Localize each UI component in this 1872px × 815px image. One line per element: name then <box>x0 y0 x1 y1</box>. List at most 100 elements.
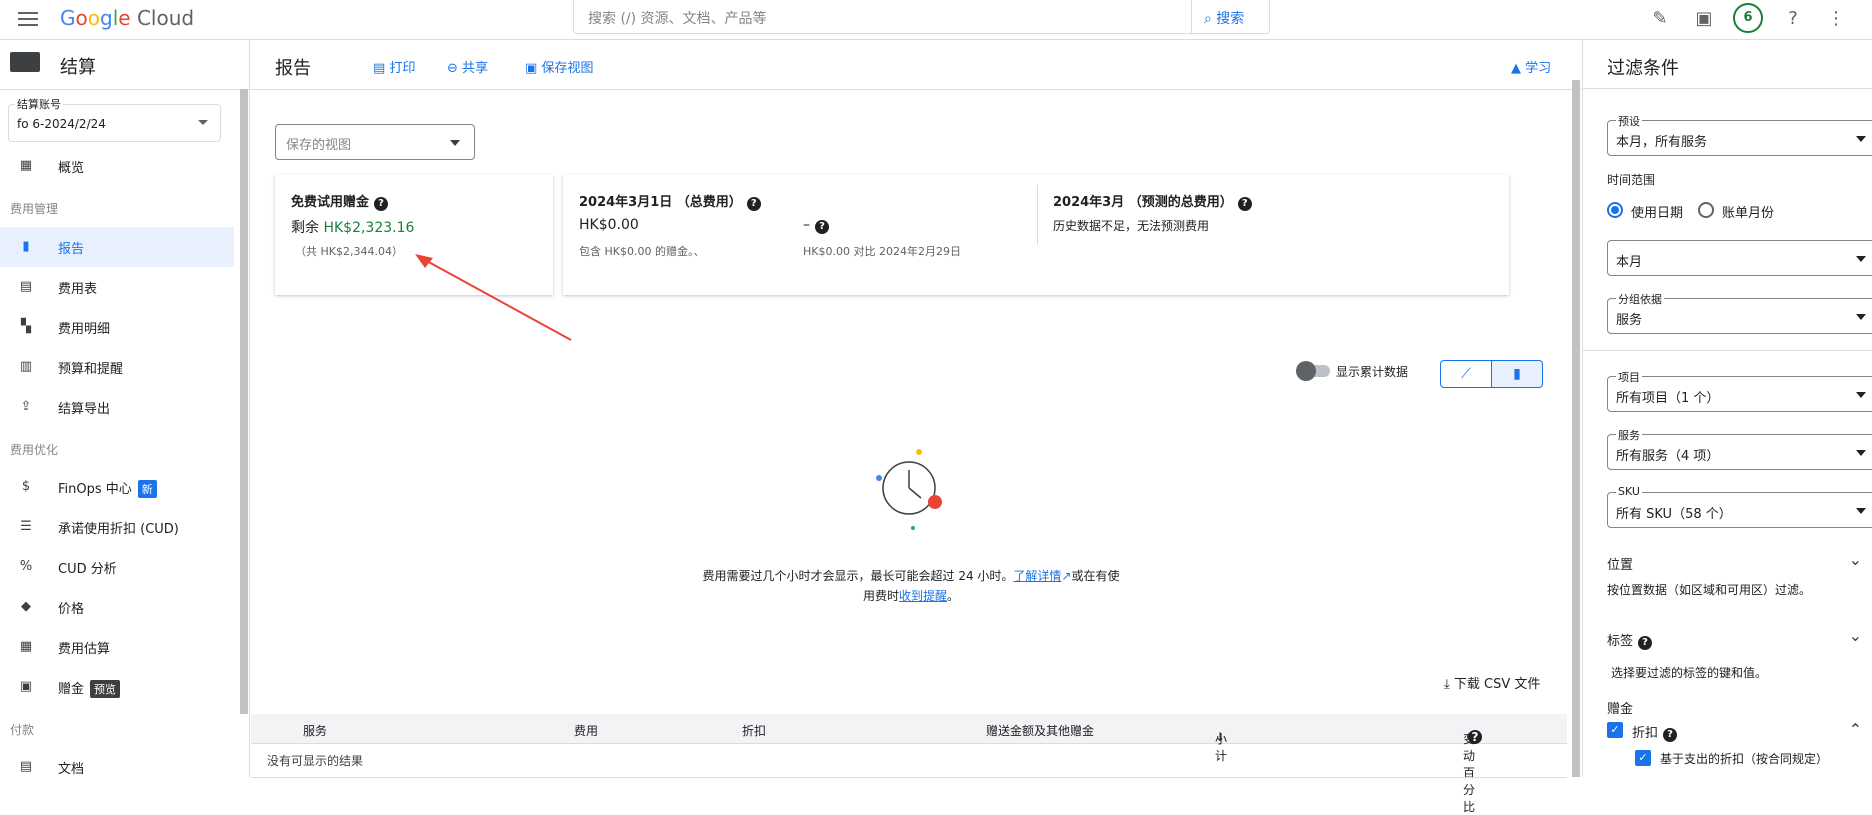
section-payment: 付款 <box>10 723 35 737</box>
top-bar: Google Cloud 搜索 (/) 资源、文档、产品等 ⌕ 搜索 ✎ ▣ 6… <box>0 0 1872 40</box>
help-icon[interactable]: ? <box>1468 730 1482 744</box>
credits-collapse-icon[interactable]: ⌃ <box>1849 720 1862 739</box>
sidebar-item-label: 结算导出 <box>58 402 111 417</box>
page-title: 报告 <box>275 58 311 79</box>
discount-checkbox[interactable]: ✓ <box>1607 722 1623 738</box>
print-button[interactable]: ▤ 打印 <box>373 57 415 76</box>
share-label: 共享 <box>462 61 489 76</box>
sidebar-header: 结算 <box>0 40 250 90</box>
menu-icon[interactable] <box>18 12 38 26</box>
share-button[interactable]: ⊖ 共享 <box>447 57 488 76</box>
help-icon[interactable]: ? <box>815 220 829 234</box>
col-service[interactable]: 服务 <box>303 722 327 739</box>
help-icon[interactable]: ? <box>1237 197 1252 211</box>
sku-value: 所有 SKU（58 个） <box>1616 507 1732 522</box>
cumulative-toggle[interactable] <box>1296 361 1332 381</box>
group-by-select[interactable]: 分组依据 服务 <box>1607 291 1872 334</box>
line-chart-icon: ⟋ <box>1461 366 1471 382</box>
cost-change-value: –? <box>803 217 829 234</box>
new-tag: 新 <box>137 480 157 498</box>
sidebar-item-credits[interactable]: ▣ 赠金 预览 <box>0 667 234 707</box>
help-icon[interactable]: ? <box>1781 8 1805 32</box>
projects-select[interactable]: 项目所有项目（1 个） <box>1607 369 1872 412</box>
upload-icon: ⇪ <box>20 399 32 414</box>
sidebar-item-label: 费用表 <box>58 282 98 297</box>
sidebar-item-reports[interactable]: ▮ 报告 <box>0 227 234 267</box>
sidebar-title: 结算 <box>60 57 96 78</box>
download-csv-label: 下载 CSV 文件 <box>1453 677 1541 692</box>
cloud-shell-icon[interactable]: ▣ <box>1692 8 1716 32</box>
forecast-note: 历史数据不足，无法预测费用 <box>1053 219 1210 233</box>
sidebar-item-cost-table[interactable]: ▤ 费用表 <box>0 267 234 307</box>
search-button[interactable]: ⌕ 搜索 <box>1191 0 1269 33</box>
google-cloud-logo[interactable]: Google Cloud <box>60 6 194 30</box>
trial-total: （共 HK$2,344.04） <box>295 245 403 258</box>
group-by-value: 服务 <box>1616 313 1643 328</box>
credits-label: 赠金 <box>1607 702 1634 717</box>
spend-discount-checkbox[interactable]: ✓ <box>1635 750 1651 766</box>
sidebar-item-cud-analysis[interactable]: % CUD 分析 <box>0 547 234 587</box>
help-icon[interactable]: ? <box>746 197 761 211</box>
search-box[interactable]: 搜索 (/) 资源、文档、产品等 ⌕ 搜索 <box>573 0 1270 34</box>
sidebar-item-billing-export[interactable]: ⇪ 结算导出 <box>0 387 234 427</box>
notification-badge[interactable]: 6 <box>1733 3 1763 33</box>
table-header-row: 服务 费用 折扣 赠送金额及其他赠金 ↓ 小计 变动百分比? <box>251 714 1567 814</box>
sidebar-item-cost-estimate[interactable]: ▦ 费用估算 <box>0 627 234 667</box>
invoice-month-radio[interactable] <box>1698 202 1714 218</box>
sidebar-item-documents[interactable]: ▤ 文档 <box>0 747 234 787</box>
download-csv-button[interactable]: ⤓ 下载 CSV 文件 <box>1444 673 1540 692</box>
saved-views-select[interactable]: 保存的视图 <box>275 124 475 160</box>
bar-chart-toggle[interactable]: ▮ <box>1491 360 1543 388</box>
help-icon[interactable]: ? <box>1638 636 1653 650</box>
forecast-title: 2024年3月 （预测的总费用）? <box>1053 191 1252 211</box>
dollar-icon: $ <box>21 479 31 494</box>
notes-icon[interactable]: ✎ <box>1648 8 1672 32</box>
line-chart-toggle[interactable]: ⟋ <box>1440 360 1492 388</box>
chevron-down-icon <box>1856 314 1866 320</box>
no-results-row: 没有可显示的结果 <box>267 754 364 768</box>
sidebar-item-label: CUD 分析 <box>58 562 117 577</box>
learn-button[interactable]: ▲ 学习 <box>1511 57 1551 76</box>
sidebar-item-budgets[interactable]: ▥ 预算和提醒 <box>0 347 234 387</box>
labels-expand-icon[interactable]: ⌄ <box>1849 626 1862 645</box>
location-expand-icon[interactable]: ⌄ <box>1849 550 1862 569</box>
period-select[interactable]: 本月 <box>1607 240 1872 276</box>
labels-desc: 选择要过滤的标签的键和值。 <box>1611 666 1768 680</box>
sku-select[interactable]: SKU 所有 SKU（58 个） <box>1607 485 1872 528</box>
billing-account-select[interactable]: 结算账号 fo 6-2024/2/24 <box>8 96 221 142</box>
billing-card-icon <box>10 52 40 72</box>
more-vert-icon[interactable]: ⋮ <box>1824 8 1848 32</box>
projects-value: 所有项目（1 个） <box>1616 391 1720 406</box>
projects-label: 项目 <box>1616 369 1642 385</box>
sidebar-item-label: 文档 <box>58 762 85 777</box>
col-discount[interactable]: 折扣 <box>742 722 766 739</box>
save-view-button[interactable]: ▣ 保存视图 <box>525 57 593 76</box>
preset-label: 预设 <box>1616 113 1642 129</box>
sidebar-item-pricing[interactable]: ◆ 价格 <box>0 587 234 627</box>
group-by-label: 分组依据 <box>1616 291 1664 307</box>
sidebar-item-cost-breakdown[interactable]: ▚ 费用明细 <box>0 307 234 347</box>
help-icon[interactable]: ? <box>1663 728 1678 742</box>
bar-chart-icon: ▮ <box>1513 366 1521 382</box>
col-credits[interactable]: 赠送金额及其他赠金 <box>986 722 1094 739</box>
sidebar-scrollbar[interactable] <box>240 89 248 714</box>
billing-account-label: 结算账号 <box>15 96 63 112</box>
sidebar-item-finops[interactable]: $ FinOps 中心新 <box>0 467 234 507</box>
main-scrollbar[interactable] <box>1572 80 1580 777</box>
help-icon[interactable]: ? <box>374 197 389 211</box>
services-select[interactable]: 服务 所有服务（4 项） <box>1607 427 1872 470</box>
labels-label: 标签? <box>1607 630 1653 650</box>
chevron-down-icon <box>1856 256 1866 262</box>
use-date-radio[interactable] <box>1607 202 1623 218</box>
preset-select[interactable]: 预设 本月，所有服务 <box>1607 113 1872 156</box>
learn-more-link[interactable]: 了解详情 <box>1013 569 1061 583</box>
sidebar-item-cud[interactable]: ☰ 承诺使用折扣 (CUD) <box>0 507 234 547</box>
filter-panel: 过滤条件 预设 本月，所有服务 时间范围 使用日期 账单月份 本月 分组依据 服务 … <box>1582 40 1872 777</box>
chevron-down-icon <box>1856 508 1866 514</box>
get-alerts-link[interactable]: 收到提醒 <box>899 589 947 603</box>
report-header: 报告 ▤ 打印 ⊖ 共享 ▣ 保存视图 ▲ 学习 <box>251 40 1581 90</box>
search-input[interactable]: 搜索 (/) 资源、文档、产品等 <box>588 8 767 28</box>
sidebar-item-overview[interactable]: ▦ 概览 <box>0 146 234 186</box>
cost-compare-note: HK$0.00 对比 2024年2月29日 <box>803 245 961 258</box>
col-cost[interactable]: 费用 <box>574 722 598 739</box>
